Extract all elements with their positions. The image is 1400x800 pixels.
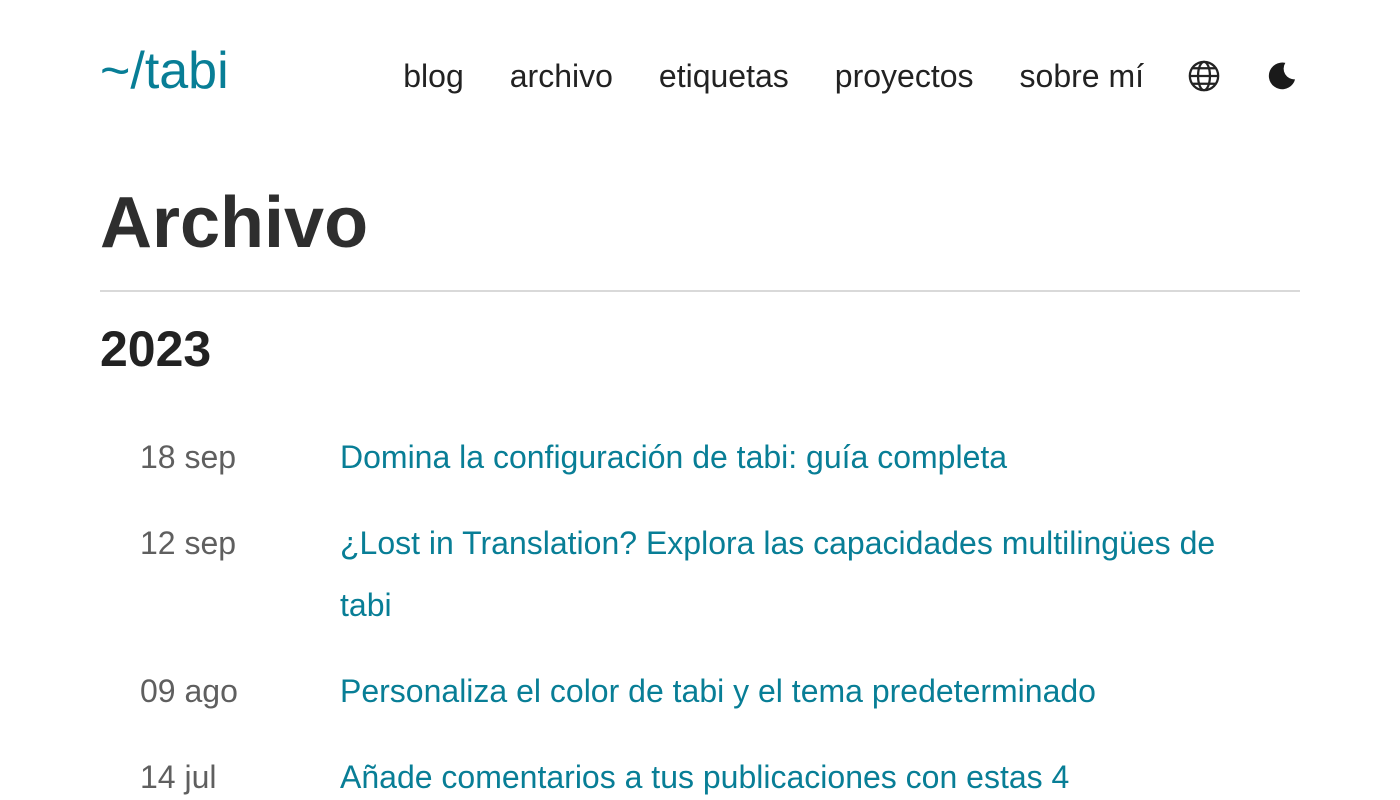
- post-date: 09 ago: [140, 673, 238, 709]
- site-logo-link[interactable]: ~/tabi: [100, 45, 229, 97]
- post-title-link[interactable]: Domina la configuración de tabi: guía co…: [340, 426, 1240, 488]
- title-divider: [100, 290, 1300, 292]
- theme-toggle-button[interactable]: [1264, 58, 1300, 94]
- post-date: 18 sep: [140, 439, 237, 475]
- main-nav: blog archivo etiquetas proyectos sobre m…: [403, 58, 1300, 94]
- post-title-link[interactable]: ¿Lost in Translation? Explora las capaci…: [340, 512, 1240, 636]
- post-date: 14 jul: [140, 759, 217, 795]
- page: ~/tabi blog archivo etiquetas proyectos …: [0, 0, 1400, 800]
- post-title-link[interactable]: Personaliza el color de tabi y el tema p…: [340, 660, 1240, 722]
- nav-link-etiquetas[interactable]: etiquetas: [659, 60, 789, 92]
- list-item: 09 ago Personaliza el color de tabi y el…: [140, 666, 1240, 722]
- nav-link-archivo[interactable]: archivo: [510, 60, 613, 92]
- site-header: ~/tabi blog archivo etiquetas proyectos …: [100, 36, 1300, 116]
- nav-link-sobre-mi[interactable]: sobre mí: [1020, 60, 1144, 92]
- post-list: 18 sep Domina la configuración de tabi: …: [140, 432, 1240, 800]
- list-item: 12 sep ¿Lost in Translation? Explora las…: [140, 518, 1240, 636]
- language-switcher-button[interactable]: [1186, 58, 1222, 94]
- year-heading: 2023: [100, 321, 212, 377]
- moon-icon: [1268, 62, 1296, 90]
- nav-link-blog[interactable]: blog: [403, 60, 464, 92]
- nav-link-proyectos[interactable]: proyectos: [835, 60, 974, 92]
- post-date: 12 sep: [140, 525, 237, 561]
- post-title-link[interactable]: Añade comentarios a tus publicaciones co…: [340, 746, 1240, 800]
- page-title: Archivo: [100, 183, 369, 263]
- list-item: 14 jul Añade comentarios a tus publicaci…: [140, 752, 1240, 800]
- list-item: 18 sep Domina la configuración de tabi: …: [140, 432, 1240, 488]
- globe-icon: [1188, 60, 1220, 92]
